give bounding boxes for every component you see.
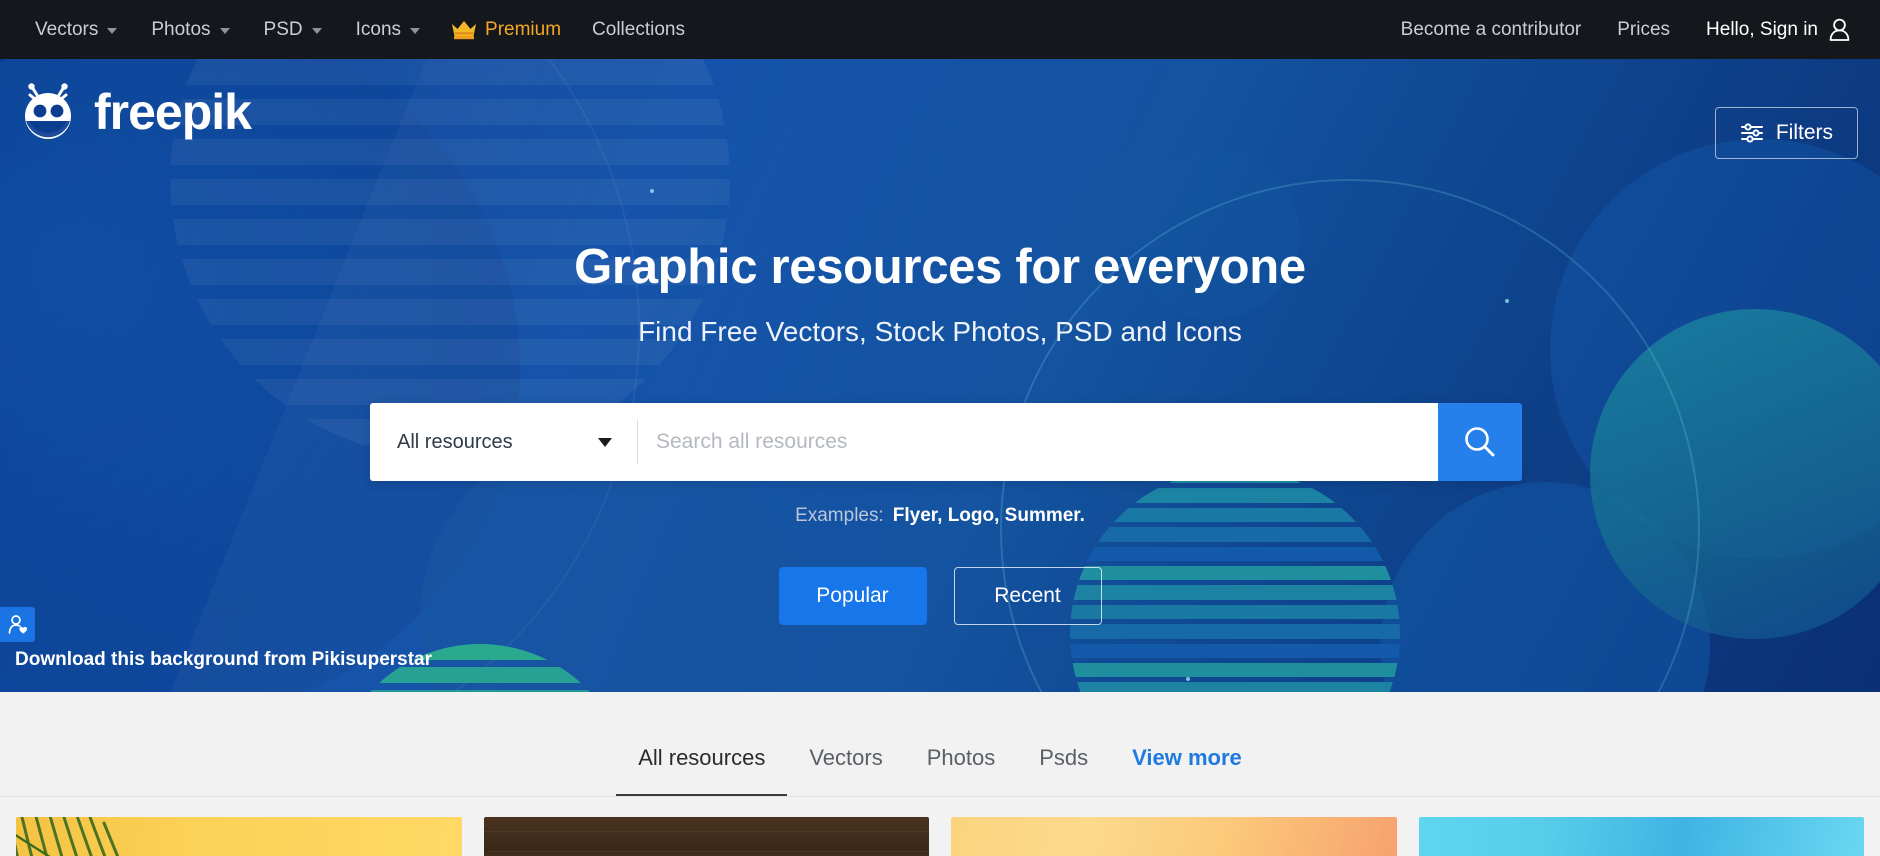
- resource-card[interactable]: [483, 817, 929, 856]
- tab-view-more[interactable]: View more: [1110, 745, 1264, 796]
- nav-item-label: Photos: [151, 18, 211, 40]
- search-submit-button[interactable]: [1438, 403, 1522, 481]
- search-icon: [1465, 427, 1495, 457]
- resource-tabs-bar: All resources Vectors Photos Psds View m…: [0, 692, 1880, 797]
- chevron-down-icon: [107, 28, 118, 34]
- resource-tabs: All resources Vectors Photos Psds View m…: [616, 692, 1264, 796]
- nav-item-label: Prices: [1617, 18, 1671, 40]
- top-navigation-bar: Vectors Photos PSD Icons Premium Collect…: [0, 0, 1880, 59]
- freepik-mascot-icon: [25, 83, 71, 139]
- search-input[interactable]: [638, 403, 1438, 481]
- nav-item-label: PSD: [263, 18, 303, 40]
- nav-item-label: Become a contributor: [1400, 18, 1582, 40]
- filters-button[interactable]: Filters: [1714, 107, 1858, 159]
- nav-item-label: Collections: [592, 18, 685, 40]
- user-icon: [1829, 18, 1850, 41]
- wood-grain-line: [483, 851, 929, 852]
- freepik-wordmark: freepik: [94, 84, 252, 140]
- resource-grid: [0, 797, 1880, 856]
- chevron-down-icon: [410, 28, 421, 34]
- nav-item-label: Icons: [355, 18, 402, 40]
- nav-item-collections[interactable]: Collections: [575, 0, 702, 59]
- nav-right-group: Become a contributor Prices Hello, Sign …: [1383, 0, 1880, 59]
- tab-vectors[interactable]: Vectors: [787, 745, 904, 796]
- filters-label: Filters: [1775, 121, 1833, 144]
- nav-item-label: Premium: [485, 18, 562, 40]
- hero-content: freepik Filters Graphic resources for ev…: [0, 59, 1880, 692]
- recent-button[interactable]: Recent: [953, 567, 1102, 625]
- hero-banner: freepik Filters Graphic resources for ev…: [0, 59, 1880, 692]
- nav-item-vectors[interactable]: Vectors: [18, 0, 134, 59]
- wood-grain-line: [483, 831, 929, 832]
- tab-photos[interactable]: Photos: [905, 745, 1018, 796]
- examples-terms[interactable]: Flyer, Logo, Summer.: [893, 505, 1085, 526]
- examples-label: Examples:: [795, 505, 884, 526]
- resource-type-select[interactable]: All resources: [370, 403, 638, 481]
- page-title: Graphic resources for everyone: [574, 240, 1306, 294]
- resource-card[interactable]: [16, 817, 462, 856]
- chevron-down-icon: [598, 437, 612, 447]
- nav-item-psd[interactable]: PSD: [247, 0, 339, 59]
- resource-card[interactable]: [1418, 817, 1864, 856]
- user-heart-icon: [8, 614, 27, 634]
- crown-icon: [452, 20, 477, 39]
- nav-item-icons[interactable]: Icons: [339, 0, 437, 59]
- nav-item-become-contributor[interactable]: Become a contributor: [1383, 0, 1600, 59]
- chevron-down-icon: [219, 28, 230, 34]
- resource-type-selected-label: All resources: [397, 430, 513, 453]
- palm-leaf-graphic: [16, 817, 120, 856]
- sliders-icon: [1740, 123, 1763, 143]
- nav-item-premium[interactable]: Premium: [437, 0, 575, 59]
- nav-item-prices[interactable]: Prices: [1599, 0, 1688, 59]
- example-searches: Examples: Flyer, Logo, Summer.: [0, 505, 1880, 527]
- sign-in-label: Hello, Sign in: [1706, 18, 1818, 40]
- freepik-logo[interactable]: freepik: [16, 82, 252, 142]
- tab-all-resources[interactable]: All resources: [616, 745, 788, 796]
- nav-item-sign-in[interactable]: Hello, Sign in: [1688, 0, 1858, 59]
- nav-item-photos[interactable]: Photos: [134, 0, 246, 59]
- resource-card[interactable]: [951, 817, 1397, 856]
- search-bar: All resources: [370, 403, 1522, 481]
- background-attribution-link[interactable]: Download this background from Pikisupers…: [15, 649, 432, 671]
- background-author-tab[interactable]: [0, 607, 35, 642]
- nav-item-label: Vectors: [35, 18, 99, 40]
- nav-left-group: Vectors Photos PSD Icons Premium Collect…: [0, 0, 702, 59]
- sort-toggle-group: Popular Recent: [0, 567, 1880, 625]
- chevron-down-icon: [311, 28, 322, 34]
- popular-button[interactable]: Popular: [778, 567, 927, 625]
- page-subtitle: Find Free Vectors, Stock Photos, PSD and…: [638, 316, 1242, 347]
- tab-psds[interactable]: Psds: [1017, 745, 1110, 796]
